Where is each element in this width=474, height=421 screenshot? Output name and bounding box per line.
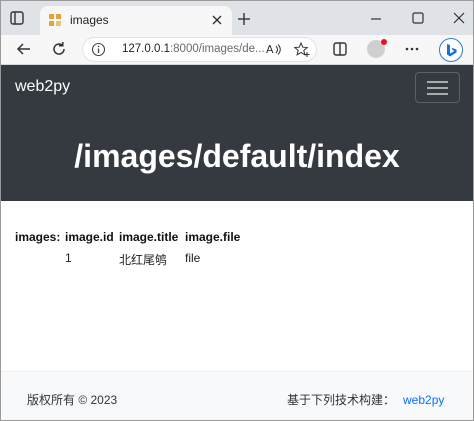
cell-id: 1 [65,251,72,265]
favicon-icon [49,14,61,26]
menu-toggle-button[interactable] [415,72,460,103]
bing-icon [447,44,457,57]
address-bar[interactable]: 127.0.0.1:8000/images/de... A [82,37,317,62]
notification-dot [381,39,387,45]
url-path: :8000/images/de... [169,43,265,55]
cell-file-link[interactable]: file [185,251,200,265]
cell-title: 北红尾鸲 [119,253,168,267]
back-icon[interactable] [15,40,33,58]
window-menu-icon[interactable] [9,10,25,26]
brand-link[interactable]: web2py [15,78,70,96]
maximize-icon[interactable] [411,11,425,25]
hamburger-icon [427,81,448,83]
info-icon[interactable] [91,42,106,57]
close-window-icon[interactable] [452,11,466,25]
tab-strip: images [1,1,473,35]
favorite-add-icon[interactable] [294,42,310,57]
page-title: /images/default/index [74,138,400,174]
more-icon[interactable] [403,40,421,58]
column-header-title[interactable]: image.title [119,230,178,244]
url-text[interactable]: 127.0.0.1:8000/images/de... [122,43,272,55]
split-screen-icon[interactable] [331,40,349,58]
plus-icon[interactable] [237,12,251,26]
url-host: 127.0.0.1 [122,43,170,55]
web-page: web2py /images/default/index images: ima… [1,65,473,420]
copyright-text: 版权所有 © 2023 [27,393,118,407]
column-header-id[interactable]: image.id [65,230,114,244]
close-icon[interactable] [211,14,223,26]
powered-by: 基于下列技术构建： web2py [287,393,445,407]
svg-text:A: A [266,43,274,56]
column-header-file[interactable]: image.file [185,230,240,244]
bing-button[interactable] [439,38,463,62]
minimize-icon[interactable] [369,12,383,26]
main-content: images: image.id image.title image.file … [1,201,473,371]
tab-title: images [70,13,109,27]
table-label: images: [15,230,61,244]
refresh-icon[interactable] [50,40,68,58]
navbar: web2py [1,65,473,110]
web2py-link[interactable]: web2py [403,393,444,407]
browser-window: images 127.0.0.1:8000/images/de... A web… [0,0,474,421]
footer: 版权所有 © 2023 基于下列技术构建： web2py [1,371,473,420]
tab-images[interactable]: images [40,6,232,35]
read-aloud-icon[interactable]: A [266,42,282,57]
page-header: /images/default/index [1,110,473,201]
browser-toolbar: 127.0.0.1:8000/images/de... A [1,35,473,65]
